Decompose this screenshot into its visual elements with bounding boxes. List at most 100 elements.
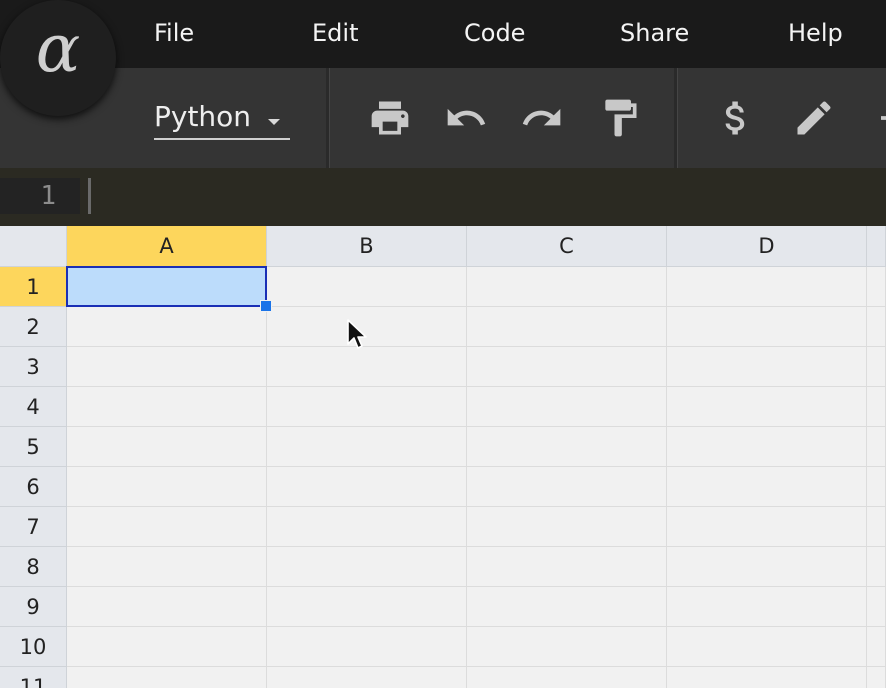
menu-help[interactable]: Help — [788, 16, 843, 50]
toolbar: Python — [0, 68, 886, 168]
grid-cell[interactable] — [867, 627, 886, 667]
grid-cell[interactable] — [267, 507, 467, 547]
language-select-value: Python — [154, 100, 252, 133]
column-header-c[interactable]: C — [467, 226, 667, 267]
grid-cell[interactable] — [67, 387, 267, 427]
menu-code[interactable]: Code — [464, 16, 525, 50]
row-header-3[interactable]: 3 — [0, 347, 67, 387]
grid-cell[interactable] — [67, 507, 267, 547]
language-select[interactable]: Python — [154, 98, 290, 140]
row-header-8[interactable]: 8 — [0, 547, 67, 587]
more-toolbar-button[interactable] — [870, 96, 886, 140]
column-header-d[interactable]: D — [667, 226, 867, 267]
grid-cell[interactable] — [467, 307, 667, 347]
column-header-a[interactable]: A — [67, 226, 267, 267]
grid-cell[interactable] — [67, 307, 267, 347]
grid-cell[interactable] — [867, 387, 886, 427]
grid-cell[interactable] — [867, 347, 886, 387]
row-header-2[interactable]: 2 — [0, 307, 67, 347]
grid-cell[interactable] — [267, 427, 467, 467]
menu-edit[interactable]: Edit — [312, 16, 358, 50]
text-caret — [88, 178, 91, 214]
grid-cell[interactable] — [67, 347, 267, 387]
grid-cell[interactable] — [867, 427, 886, 467]
grid-cell[interactable] — [267, 587, 467, 627]
app-logo[interactable]: α — [0, 0, 116, 116]
grid-cell[interactable] — [67, 587, 267, 627]
grid-cell[interactable] — [467, 347, 667, 387]
grid-cell[interactable] — [267, 387, 467, 427]
grid-cell[interactable] — [867, 507, 886, 547]
grid-cell[interactable] — [667, 427, 867, 467]
grid-cell[interactable] — [467, 667, 667, 688]
grid-cell[interactable] — [467, 387, 667, 427]
spreadsheet-grid: ABCD 1 2 3 4 5 6 7 8 9 10 11 — [0, 226, 886, 688]
grid-cell[interactable] — [867, 267, 886, 307]
grid-cell[interactable] — [467, 507, 667, 547]
grid-cell[interactable] — [67, 627, 267, 667]
edit-icon — [797, 101, 831, 135]
edit-button[interactable] — [792, 96, 836, 140]
row-header-4[interactable]: 4 — [0, 387, 67, 427]
grid-cell[interactable] — [67, 467, 267, 507]
paint-format-button[interactable] — [598, 96, 642, 140]
fill-handle[interactable] — [260, 300, 272, 312]
grid-cell[interactable] — [667, 507, 867, 547]
formula-bar: 1 — [0, 168, 886, 226]
grid-cell[interactable] — [667, 387, 867, 427]
grid-cell[interactable] — [667, 667, 867, 688]
arrow-icon — [881, 116, 886, 120]
grid-cell[interactable] — [267, 347, 467, 387]
formula-line-number: 1 — [0, 178, 80, 214]
grid-cell[interactable] — [667, 547, 867, 587]
row-header-1[interactable]: 1 — [0, 267, 67, 307]
grid-cell[interactable] — [667, 467, 867, 507]
select-all-corner[interactable] — [0, 226, 67, 267]
grid-cell[interactable] — [667, 627, 867, 667]
grid-cell[interactable] — [67, 427, 267, 467]
row-header-9[interactable]: 9 — [0, 587, 67, 627]
grid-cell[interactable] — [467, 267, 667, 307]
row-header-6[interactable]: 6 — [0, 467, 67, 507]
grid-cell[interactable] — [667, 347, 867, 387]
mouse-pointer-icon — [347, 319, 367, 349]
redo-button[interactable] — [520, 96, 564, 140]
menu-bar: File Edit Code Share Help — [0, 0, 886, 68]
grid-cell[interactable] — [467, 587, 667, 627]
grid-cell[interactable] — [67, 547, 267, 587]
grid-cell[interactable] — [667, 587, 867, 627]
print-button[interactable] — [368, 96, 412, 140]
grid-cell[interactable] — [467, 467, 667, 507]
paint-format-icon — [605, 99, 637, 137]
grid-cell[interactable] — [267, 267, 467, 307]
alpha-logo-icon: α — [35, 10, 81, 87]
row-header-5[interactable]: 5 — [0, 427, 67, 467]
grid-cell[interactable] — [467, 427, 667, 467]
formula-input[interactable] — [84, 178, 886, 214]
grid-cell[interactable] — [867, 467, 886, 507]
grid-cell[interactable] — [267, 667, 467, 688]
grid-cell[interactable] — [267, 467, 467, 507]
grid-cell[interactable] — [267, 547, 467, 587]
column-header-b[interactable]: B — [267, 226, 467, 267]
row-header-7[interactable]: 7 — [0, 507, 67, 547]
menu-file[interactable]: File — [154, 16, 194, 50]
grid-cell[interactable] — [67, 667, 267, 688]
grid-cell[interactable] — [667, 307, 867, 347]
grid-cell[interactable] — [467, 627, 667, 667]
grid-cell[interactable] — [867, 547, 886, 587]
column-header-partial[interactable] — [867, 226, 886, 267]
currency-format-button[interactable] — [714, 96, 758, 140]
grid-cell[interactable] — [867, 587, 886, 627]
row-header-11[interactable]: 11 — [0, 667, 67, 688]
grid-cell[interactable] — [267, 627, 467, 667]
selected-cell-a1[interactable] — [66, 266, 267, 307]
grid-cell[interactable] — [867, 667, 886, 688]
menu-share[interactable]: Share — [620, 16, 689, 50]
undo-button[interactable] — [444, 96, 488, 140]
grid-cell[interactable] — [867, 307, 886, 347]
row-header-10[interactable]: 10 — [0, 627, 67, 667]
grid-cell[interactable] — [467, 547, 667, 587]
print-icon — [371, 101, 409, 135]
grid-cell[interactable] — [667, 267, 867, 307]
